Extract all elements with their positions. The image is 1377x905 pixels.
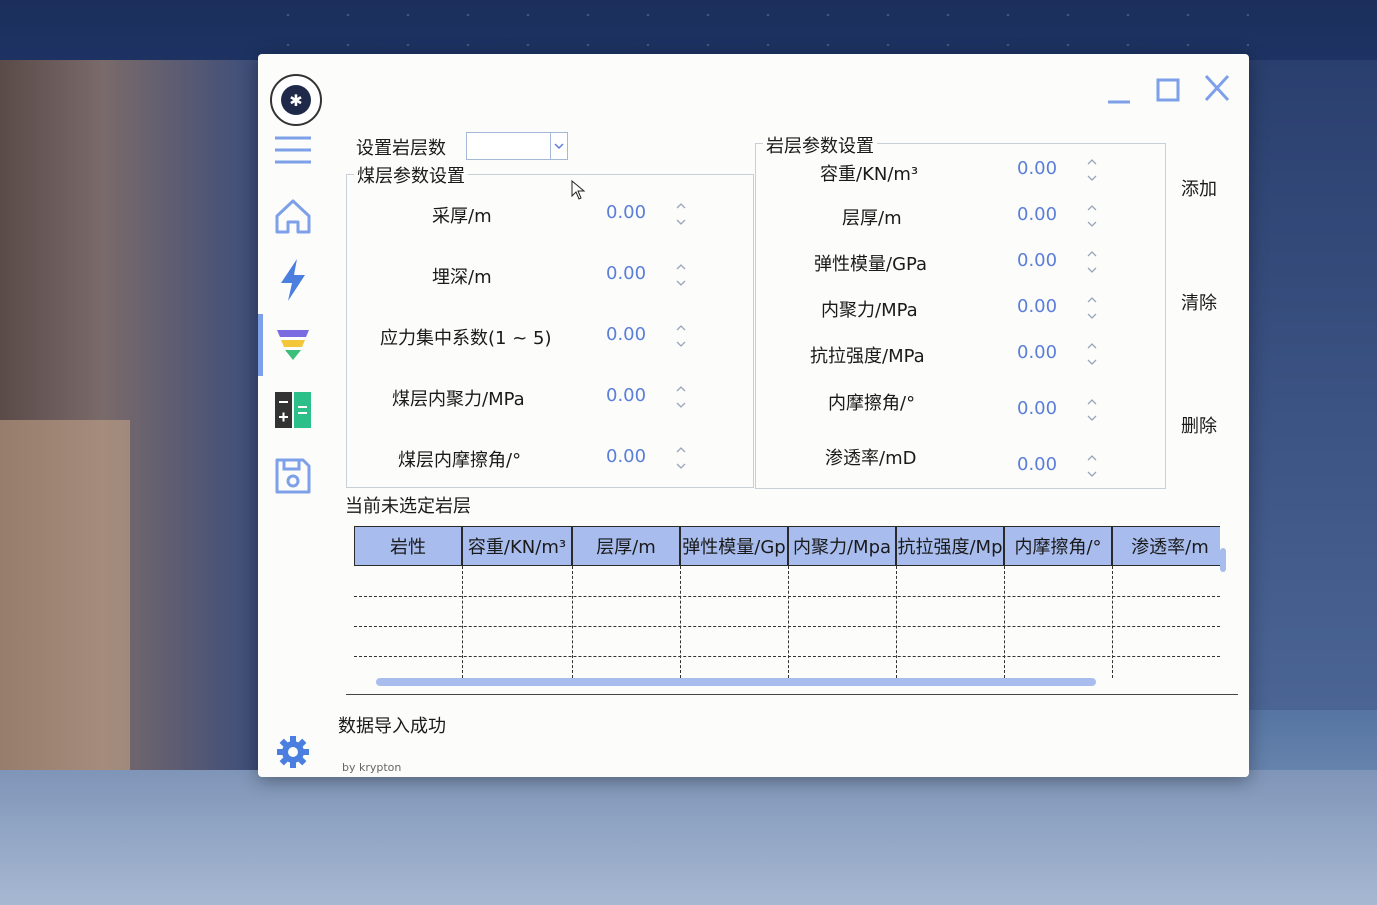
rock-field-value-1[interactable]: 0.00: [1017, 204, 1057, 225]
column-divider: [788, 566, 789, 678]
rock-field-label-1: 层厚/m: [842, 208, 902, 229]
layer-count-label: 设置岩层数: [356, 138, 446, 159]
table-bottom-border: [346, 694, 1238, 695]
lightning-icon: [281, 259, 305, 301]
column-header[interactable]: 容重/KN/m³: [462, 526, 572, 566]
coal-params-title: 煤层参数设置: [354, 162, 468, 188]
column-divider: [680, 566, 681, 678]
app-window: ✱ 设置岩层数 煤层参数设置 采厚/m 0.00 埋深/m 0.00 应力集中系…: [258, 54, 1249, 777]
delete-button[interactable]: 删除: [1181, 412, 1217, 438]
university-logo: ✱: [270, 74, 322, 126]
column-divider: [572, 566, 573, 678]
settings-button[interactable]: [258, 722, 328, 782]
coal-field-value-4[interactable]: 0.00: [606, 446, 646, 467]
menu-icon: [275, 136, 311, 164]
coal-field-label-4: 煤层内摩擦角/°: [398, 450, 522, 471]
rock-field-value-2[interactable]: 0.00: [1017, 250, 1057, 271]
column-header[interactable]: 层厚/m: [572, 526, 680, 566]
table-caption: 当前未选定岩层: [345, 496, 471, 517]
calculator-icon: [275, 392, 311, 428]
table-row[interactable]: [354, 626, 1220, 657]
rock-field-label-2: 弹性模量/GPa: [814, 254, 928, 275]
background-stars: [258, 0, 1249, 54]
status-message: 数据导入成功: [338, 716, 446, 737]
filter-icon: [277, 330, 309, 360]
background-building-right: [1249, 60, 1377, 710]
spinner-arrows-icon[interactable]: [1085, 156, 1099, 184]
spinner-arrows-icon[interactable]: [674, 444, 688, 472]
column-divider: [1004, 566, 1005, 678]
maximize-button[interactable]: [1152, 70, 1192, 106]
rock-field-label-0: 容重/KN/m³: [820, 164, 919, 185]
table-row[interactable]: [354, 596, 1220, 627]
background-shop: [0, 420, 130, 800]
column-divider: [462, 566, 463, 678]
rock-field-value-6[interactable]: 0.00: [1017, 454, 1057, 475]
menu-button[interactable]: [258, 120, 328, 180]
calculator-button[interactable]: [258, 380, 328, 440]
rock-field-value-5[interactable]: 0.00: [1017, 398, 1057, 419]
clear-button[interactable]: 清除: [1181, 289, 1217, 315]
layer-count-combobox[interactable]: [466, 132, 568, 160]
column-header[interactable]: 渗透率/m: [1112, 526, 1220, 566]
rock-params-group: [755, 143, 1166, 489]
spinner-arrows-icon[interactable]: [1085, 396, 1099, 424]
column-header[interactable]: 岩性: [354, 526, 462, 566]
coal-field-label-1: 埋深/m: [432, 267, 492, 288]
spinner-arrows-icon[interactable]: [1085, 248, 1099, 276]
coal-field-label-3: 煤层内聚力/MPa: [392, 389, 525, 410]
flash-button[interactable]: [258, 250, 328, 310]
chevron-down-icon[interactable]: [550, 133, 567, 159]
coal-field-value-0[interactable]: 0.00: [606, 202, 646, 223]
credit-text: by krypton: [342, 761, 402, 774]
background-road: [0, 770, 1377, 905]
spinner-arrows-icon[interactable]: [674, 200, 688, 228]
add-button[interactable]: 添加: [1181, 175, 1217, 201]
rock-field-label-6: 渗透率/mD: [825, 448, 917, 469]
home-button[interactable]: [258, 186, 328, 246]
filter-button[interactable]: [258, 314, 328, 374]
rock-field-value-3[interactable]: 0.00: [1017, 296, 1057, 317]
column-header[interactable]: 抗拉强度/Mp: [896, 526, 1004, 566]
close-icon: [1204, 74, 1230, 102]
save-button[interactable]: [258, 446, 328, 506]
spinner-arrows-icon[interactable]: [674, 383, 688, 411]
table-header: 岩性 容重/KN/m³ 层厚/m 弹性模量/Gp 内聚力/Mpa 抗拉强度/Mp…: [354, 526, 1220, 566]
rock-field-label-3: 内聚力/MPa: [821, 300, 918, 321]
coal-field-value-2[interactable]: 0.00: [606, 324, 646, 345]
column-header[interactable]: 弹性模量/Gp: [680, 526, 788, 566]
spinner-arrows-icon[interactable]: [1085, 294, 1099, 322]
vertical-scrollbar[interactable]: [1220, 548, 1226, 572]
maximize-icon: [1156, 78, 1180, 102]
spinner-arrows-icon[interactable]: [674, 261, 688, 289]
rock-field-label-4: 抗拉强度/MPa: [810, 346, 925, 367]
coal-field-label-2: 应力集中系数(1 ~ 5): [380, 328, 552, 349]
home-icon: [275, 199, 311, 234]
spinner-arrows-icon[interactable]: [1085, 340, 1099, 368]
gear-icon: [277, 736, 309, 768]
column-header[interactable]: 内摩擦角/°: [1004, 526, 1112, 566]
close-button[interactable]: [1200, 70, 1240, 106]
minimize-icon: [1108, 100, 1130, 104]
save-icon: [275, 458, 311, 494]
coal-field-value-3[interactable]: 0.00: [606, 385, 646, 406]
layer-table: 岩性 容重/KN/m³ 层厚/m 弹性模量/Gp 内聚力/Mpa 抗拉强度/Mp…: [354, 526, 1220, 678]
minimize-button[interactable]: [1104, 70, 1144, 106]
rock-params-title: 岩层参数设置: [763, 132, 877, 158]
column-divider: [1112, 566, 1113, 678]
column-header[interactable]: 内聚力/Mpa: [788, 526, 896, 566]
spinner-arrows-icon[interactable]: [1085, 452, 1099, 480]
column-divider: [896, 566, 897, 678]
horizontal-scrollbar[interactable]: [376, 678, 1096, 686]
coal-field-label-0: 采厚/m: [432, 206, 492, 227]
spinner-arrows-icon[interactable]: [674, 322, 688, 350]
coal-field-value-1[interactable]: 0.00: [606, 263, 646, 284]
mouse-cursor-icon: [571, 180, 586, 200]
table-row[interactable]: [354, 566, 1220, 597]
rock-field-value-4[interactable]: 0.00: [1017, 342, 1057, 363]
rock-field-value-0[interactable]: 0.00: [1017, 158, 1057, 179]
spinner-arrows-icon[interactable]: [1085, 202, 1099, 230]
rock-field-label-5: 内摩擦角/°: [828, 393, 916, 414]
